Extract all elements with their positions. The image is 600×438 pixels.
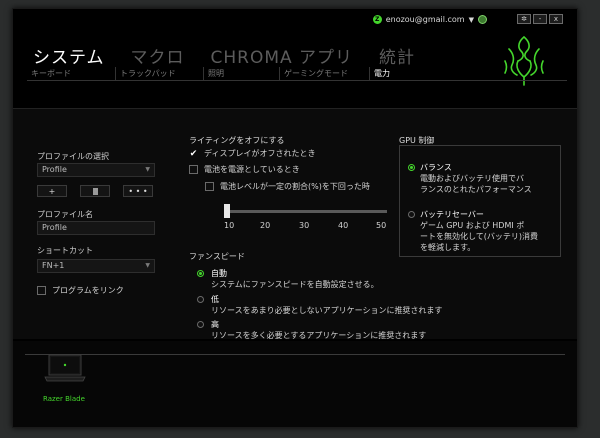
trash-icon xyxy=(92,187,98,195)
minimize-button[interactable]: - xyxy=(533,14,547,24)
power-settings-panel: プロファイルの選択 Profile ▼ + • • • プロファイル名 Prof… xyxy=(13,109,577,341)
tab-system[interactable]: システム xyxy=(33,43,105,68)
gpu-option-title: バッテリセーバー xyxy=(420,210,484,219)
chevron-down-icon: ▼ xyxy=(145,262,150,269)
gpu-option-title: バランス xyxy=(420,163,452,172)
lighting-option-battery-level[interactable]: 電池レベルが一定の割合(%)を下回った時 xyxy=(205,181,370,192)
fan-high-radio[interactable] xyxy=(197,321,204,328)
account-email[interactable]: enozou@gmail.com xyxy=(386,15,465,24)
fan-option-title: 自動 xyxy=(211,269,227,278)
gpu-battery-saver-radio[interactable] xyxy=(408,211,415,218)
account-menu[interactable]: Z enozou@gmail.com ▼ xyxy=(372,15,487,24)
chevron-down-icon: ▼ xyxy=(145,166,150,173)
lighting-option-label: 電池レベルが一定の割合(%)を下回った時 xyxy=(220,182,370,191)
slider-tick-label: 40 xyxy=(338,221,349,230)
shortcut-select[interactable]: FN+1 ▼ xyxy=(37,259,155,273)
fan-option-desc: システムにファンスピードを自動設定させる。 xyxy=(211,280,379,289)
battery-level-checkbox[interactable] xyxy=(205,182,214,191)
slider-tick-label: 20 xyxy=(260,221,271,230)
profile-select-label: プロファイルの選択 xyxy=(37,152,109,161)
lighting-option-label: 電池を電源としているとき xyxy=(204,165,300,174)
fan-low-radio[interactable] xyxy=(197,296,204,303)
gpu-option-desc: ートを無効化して(バッテリ)消費 xyxy=(420,232,539,241)
on-battery-checkbox[interactable] xyxy=(189,165,198,174)
subtab-keyboard[interactable]: キーボード xyxy=(27,67,115,81)
gpu-option-battery-saver[interactable]: バッテリセーバー ゲーム GPU および HDMI ポ ートを無効化して(バッテ… xyxy=(408,209,538,253)
profile-name-input[interactable]: Profile xyxy=(37,221,155,235)
device-name-label[interactable]: Razer Blade xyxy=(43,395,85,403)
fan-option-desc: リソースを多く必要とするアプリケーションに推奨されます xyxy=(211,331,427,340)
fan-option-desc: リソースをあまり必要としないアプリケーションに推奨されます xyxy=(211,306,443,315)
gpu-option-desc: ゲーム GPU および HDMI ポ xyxy=(420,221,525,230)
subtab-divider xyxy=(27,80,567,81)
lighting-off-heading: ライティングをオフにする xyxy=(189,136,285,145)
lighting-option-display-off[interactable]: ✔ ディスプレイがオフされたとき xyxy=(189,148,316,159)
lighting-option-on-battery[interactable]: 電池を電源としているとき xyxy=(189,164,300,175)
sub-tabs: キーボード トラックパッド 照明 ゲーミングモード 電力 xyxy=(27,67,487,81)
gpu-option-desc: ランスのとれたパフォーマンス xyxy=(420,185,532,194)
subtab-trackpad[interactable]: トラックパッド xyxy=(115,67,203,81)
link-program-row[interactable]: プログラムをリンク xyxy=(37,285,124,296)
fan-option-auto[interactable]: 自動 システムにファンスピードを自動設定させる。 xyxy=(197,268,379,290)
profile-more-button[interactable]: • • • xyxy=(123,185,153,197)
gpu-control-panel: バランス 電動およびバッテリ使用でバ ランスのとれたパフォーマンス バッテリセー… xyxy=(399,145,561,257)
subtab-gaming-mode[interactable]: ゲーミングモード xyxy=(279,67,369,81)
gpu-option-desc: 電動およびバッテリ使用でバ xyxy=(420,174,524,183)
shortcut-label: ショートカット xyxy=(37,246,93,255)
gpu-balanced-radio[interactable] xyxy=(408,164,415,171)
profile-select[interactable]: Profile ▼ xyxy=(37,163,155,177)
subtab-lighting[interactable]: 照明 xyxy=(203,67,279,81)
battery-level-slider-thumb[interactable] xyxy=(224,204,230,218)
slider-tick-label: 10 xyxy=(224,221,235,230)
fan-option-title: 低 xyxy=(211,295,219,304)
slider-tick-label: 50 xyxy=(376,221,387,230)
slider-tick-label: 30 xyxy=(299,221,310,230)
main-tabs: システム マクロ CHROMA アプリ 統計 xyxy=(33,43,441,68)
link-program-label: プログラムをリンク xyxy=(52,286,124,295)
shortcut-select-value: FN+1 xyxy=(42,261,65,270)
link-program-checkbox[interactable] xyxy=(37,286,46,295)
fan-option-low[interactable]: 低 リソースをあまり必要としないアプリケーションに推奨されます xyxy=(197,294,442,316)
close-button[interactable]: x xyxy=(549,14,563,24)
sync-icon[interactable] xyxy=(478,15,487,24)
fan-option-title: 高 xyxy=(211,320,219,329)
delete-profile-button[interactable] xyxy=(80,185,110,197)
chevron-down-icon[interactable]: ▼ xyxy=(469,16,474,24)
subtab-power[interactable]: 電力 xyxy=(369,67,429,81)
fan-option-high[interactable]: 高 リソースを多く必要とするアプリケーションに推奨されます xyxy=(197,319,426,341)
lighting-option-label: ディスプレイがオフされたとき xyxy=(204,149,316,158)
laptop-icon[interactable] xyxy=(43,353,87,383)
tab-chroma-apps[interactable]: CHROMA アプリ xyxy=(211,43,354,68)
device-divider xyxy=(25,354,565,355)
window-controls: ✲ - x xyxy=(517,14,563,24)
fan-speed-heading: ファンスピード xyxy=(189,252,245,261)
gpu-option-desc: を軽減します。 xyxy=(420,243,476,252)
synapse-window: Z enozou@gmail.com ▼ ✲ - x システム マクロ CHRO… xyxy=(12,8,578,428)
tab-stats[interactable]: 統計 xyxy=(379,43,415,68)
tab-macro[interactable]: マクロ xyxy=(131,43,185,68)
gpu-option-balanced[interactable]: バランス 電動およびバッテリ使用でバ ランスのとれたパフォーマンス xyxy=(408,162,532,195)
profile-select-value: Profile xyxy=(42,165,67,174)
checkmark-icon[interactable]: ✔ xyxy=(189,149,198,159)
add-profile-button[interactable]: + xyxy=(37,185,67,197)
battery-level-slider-track[interactable] xyxy=(227,210,387,213)
fan-auto-radio[interactable] xyxy=(197,270,204,277)
razer-status-icon: Z xyxy=(372,15,382,24)
settings-icon[interactable]: ✲ xyxy=(517,14,531,24)
profile-name-label: プロファイル名 xyxy=(37,210,93,219)
